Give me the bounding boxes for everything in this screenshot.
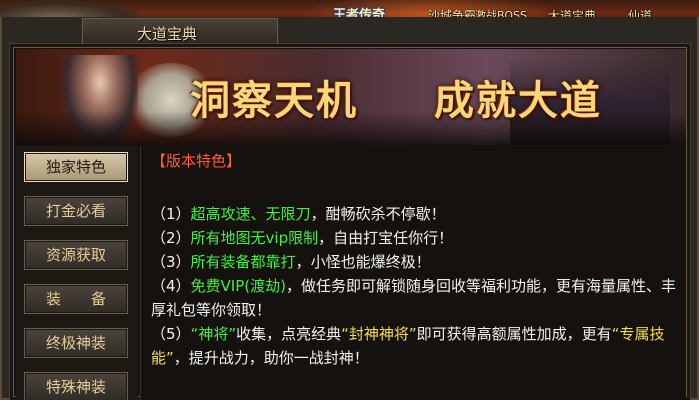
window-title: 大道宝典 — [137, 25, 198, 43]
line-prefix: （1） — [151, 205, 191, 223]
line-highlight: “神将” — [190, 325, 237, 343]
content-body: 【版本特色】 （1）超高攻速、无限刀，酣畅砍杀不停歇！ （2）所有地图无vip限… — [151, 150, 679, 370]
line-highlight: 超高攻速、无限刀 — [190, 205, 311, 223]
line-prefix: （5） — [151, 325, 191, 343]
feature-line-3: （3）所有装备都靠打，小怪也能爆终极！ — [151, 250, 679, 274]
line-highlight: 免费VIP(渡劫) — [190, 277, 286, 295]
line-prefix: （3） — [151, 253, 191, 271]
feature-line-5: （5）“神将”收集，点亮经典“封神神将”即可获得高额属性加成，更有“专属技能”，… — [151, 322, 679, 370]
line-prefix: （2） — [151, 229, 191, 247]
line-text: ，小怪也能爆终极！ — [295, 253, 431, 271]
sidebar-item-equipment[interactable]: 装 备 — [24, 284, 128, 314]
section-title: 【版本特色】 — [151, 152, 242, 170]
line-text: 收集，点亮经典 — [236, 325, 342, 343]
line-text: 即可获得高额属性加成，更有 — [416, 325, 612, 343]
line-highlight: 所有地图无vip限制 — [190, 229, 319, 247]
sidebar-item-special-gear[interactable]: 特殊神装 — [24, 372, 128, 400]
feature-line-4: （4）免费VIP(渡劫)，做任务即可解锁随身回收等福利功能，更有海量属性、丰厚礼… — [151, 274, 679, 322]
banner-slogan-left: 洞察天机 — [190, 77, 358, 124]
content-panel: 【版本特色】 （1）超高攻速、无限刀，酣畅砍杀不停歇！ （2）所有地图无vip限… — [140, 146, 686, 400]
line-prefix: （4） — [151, 277, 191, 295]
sidebar-item-resources[interactable]: 资源获取 — [24, 240, 128, 270]
line-highlight: 所有装备都靠打 — [190, 253, 296, 271]
line-highlight: “封神神将” — [341, 325, 417, 343]
sidebar-item-ultimate-gear[interactable]: 终极神装 — [24, 328, 128, 358]
feature-line-2: （2）所有地图无vip限制，自由打宝任你行！ — [151, 226, 679, 250]
line-text: ，酣畅砍杀不停歇！ — [310, 205, 446, 223]
banner-slogan-right: 成就大道 — [434, 77, 602, 124]
feature-line-1: （1）超高攻速、无限刀，酣畅砍杀不停歇！ — [151, 202, 679, 226]
sidebar-item-gold-farming[interactable]: 打金必看 — [24, 196, 128, 226]
line-text: ，自由打宝任你行！ — [318, 229, 454, 247]
sidebar: 独家特色 打金必看 资源获取 装 备 终极神装 特殊神装 — [16, 146, 138, 400]
line-text: ，提升战力，助你一战封神！ — [173, 349, 369, 367]
sidebar-item-features[interactable]: 独家特色 — [24, 152, 128, 182]
